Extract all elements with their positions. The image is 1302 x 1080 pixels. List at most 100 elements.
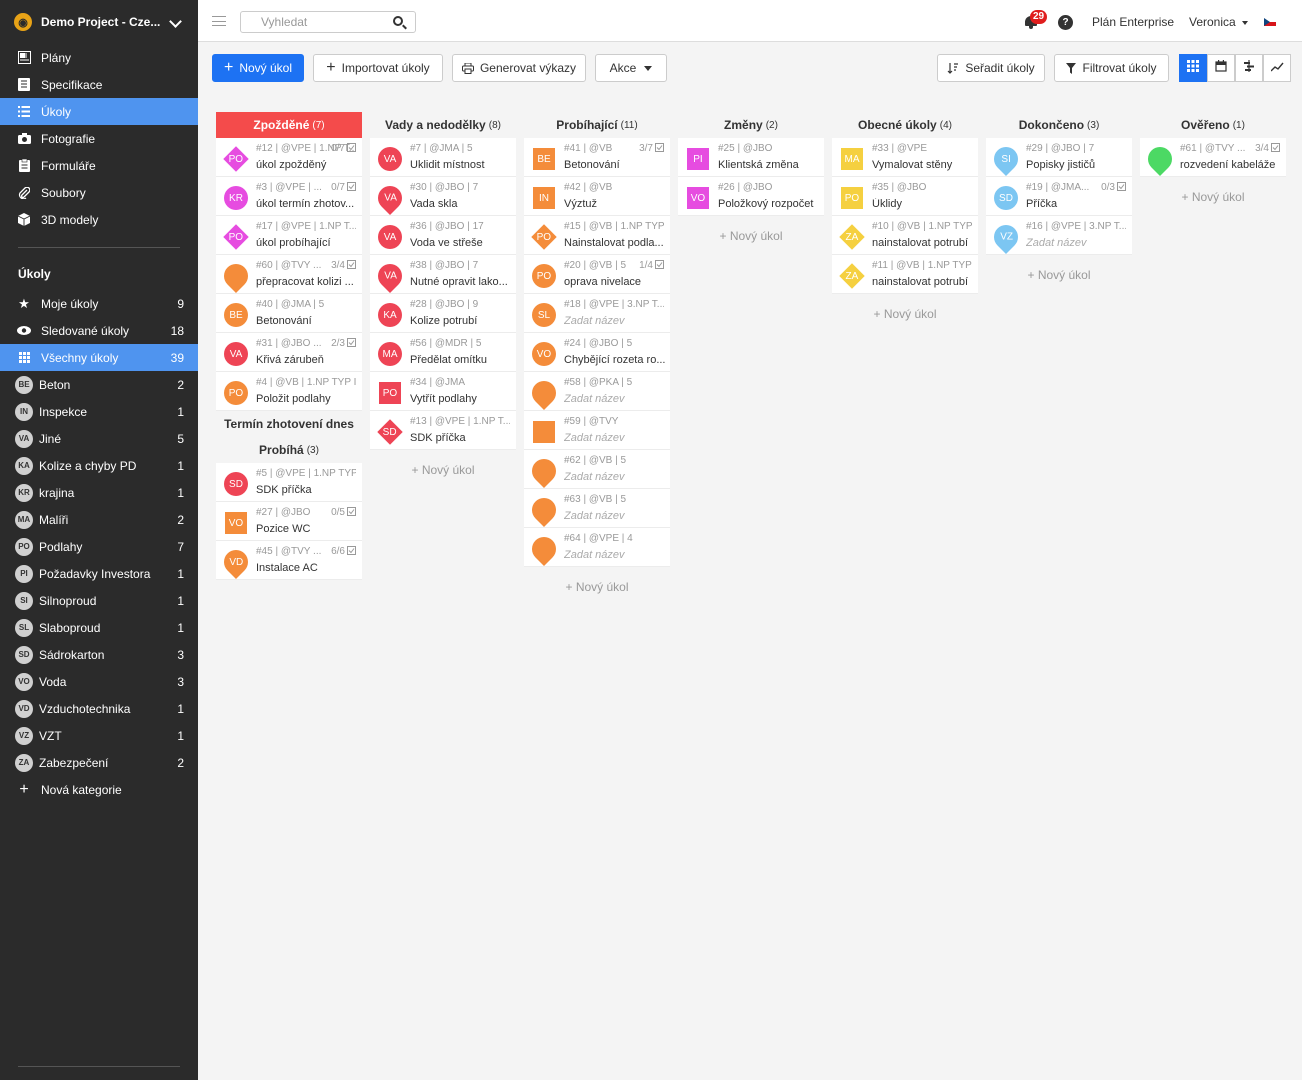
task-card[interactable]: SD #19 | @JMA... 0/3 Příčka (986, 177, 1132, 216)
task-card[interactable]: MA #33 | @VPE Vymalovat stěny (832, 138, 978, 177)
task-card[interactable]: #58 | @PKA | 5 Zadat název (524, 372, 670, 411)
task-card[interactable]: #60 | @TVY ... 3/4 přepracovat kolizi ... (216, 255, 362, 294)
task-card[interactable]: KA #28 | @JBO | 9 Kolize potrubí (370, 294, 516, 333)
nav-item-6[interactable]: 3D modely (0, 206, 198, 233)
task-meta: #59 | @TVY (564, 416, 619, 427)
sort-tasks-button[interactable]: Seřadit úkoly (937, 54, 1045, 82)
category-item[interactable]: SL Slaboproud 1 (0, 614, 198, 641)
task-title: přepracovat kolizi ... (256, 276, 354, 288)
task-filter-2[interactable]: Všechny úkoly 39 (0, 344, 198, 371)
category-item[interactable]: SI Silnoproud 1 (0, 587, 198, 614)
add-task-button[interactable]: + Nový úkol (524, 567, 670, 607)
task-card[interactable]: #62 | @VB | 5 Zadat název (524, 450, 670, 489)
category-item[interactable]: KA Kolize a chyby PD 1 (0, 452, 198, 479)
add-task-button[interactable]: + Nový úkol (370, 450, 516, 490)
add-task-button[interactable]: + Nový úkol (832, 294, 978, 334)
task-card[interactable]: SL #18 | @VPE | 3.NP T... Zadat název (524, 294, 670, 333)
calendar-view-button[interactable] (1207, 54, 1235, 82)
czech-flag-icon[interactable] (1264, 18, 1276, 26)
category-item[interactable]: PO Podlahy 7 (0, 533, 198, 560)
task-card[interactable]: #63 | @VB | 5 Zadat název (524, 489, 670, 528)
add-task-button[interactable]: + Nový úkol (1140, 177, 1286, 217)
add-task-button[interactable]: + Nový úkol (678, 216, 824, 256)
search-input[interactable] (261, 12, 401, 32)
project-switcher[interactable]: ◉ Demo Project - Cze... (0, 0, 198, 44)
task-filter-1[interactable]: Sledované úkoly 18 (0, 317, 198, 344)
gantt-view-button[interactable] (1235, 54, 1263, 82)
task-card[interactable]: ZA #10 | @VB | 1.NP TYP I nainstalovat pot… (832, 216, 978, 255)
category-label: Zabezpečení (39, 755, 109, 770)
category-item[interactable]: BE Beton 2 (0, 371, 198, 398)
menu-icon[interactable] (212, 16, 226, 26)
category-item[interactable]: PI Požadavky Investora 1 (0, 560, 198, 587)
category-item[interactable]: VZ VZT 1 (0, 722, 198, 749)
task-card[interactable]: #61 | @TVY ... 3/4 rozvedení kabeláže (1140, 138, 1286, 177)
plans-icon (17, 51, 31, 64)
category-item[interactable]: VO Voda 3 (0, 668, 198, 695)
task-card[interactable]: PO #20 | @VB | 5 1/4 oprava nivelace (524, 255, 670, 294)
task-card[interactable]: VA #30 | @JBO | 7 Vada skla (370, 177, 516, 216)
task-card[interactable]: VD #45 | @TVY ... 6/6 Instalace AC (216, 541, 362, 580)
marker-label: SD (383, 426, 397, 438)
task-card[interactable]: PO #17 | @VPE | 1.NP T... úkol probíhající (216, 216, 362, 255)
nav-item-0[interactable]: Plány (0, 44, 198, 71)
nav-item-1[interactable]: Specifikace (0, 71, 198, 98)
task-card[interactable]: SI #29 | @JBO | 7 Popisky jističů (986, 138, 1132, 177)
task-card[interactable]: VA #7 | @JMA | 5 Uklidit místnost (370, 138, 516, 177)
chevron-down-icon[interactable] (169, 15, 182, 28)
category-item[interactable]: SD Sádrokarton 3 (0, 641, 198, 668)
category-item[interactable]: ZA Zabezpečení 2 (0, 749, 198, 776)
nav-item-3[interactable]: Fotografie (0, 125, 198, 152)
column-count: (4) (939, 119, 952, 131)
task-filter-0[interactable]: ★ Moje úkoly 9 (0, 290, 198, 317)
task-card[interactable]: PO #12 | @VPE | 1.NP T... 0/7 úkol zpožděný (216, 138, 362, 177)
marker-label: MA (382, 348, 398, 360)
category-item[interactable]: KR krajina 1 (0, 479, 198, 506)
task-card[interactable]: KR #3 | @VPE | ... 0/7 úkol termín zhotov..… (216, 177, 362, 216)
category-item[interactable]: VA Jiné 5 (0, 425, 198, 452)
task-card[interactable]: VO #24 | @JBO | 5 Chybějící rozeta ro... (524, 333, 670, 372)
new-task-button[interactable]: + Nový úkol (212, 54, 304, 82)
import-tasks-button[interactable]: + Importovat úkoly (313, 54, 443, 82)
nav-item-5[interactable]: Soubory (0, 179, 198, 206)
task-card[interactable]: VA #38 | @JBO | 7 Nutné opravit lako... (370, 255, 516, 294)
category-item[interactable]: MA Malíři 2 (0, 506, 198, 533)
task-card[interactable]: PO #34 | @JMA Vytřít podlahy (370, 372, 516, 411)
new-category-button[interactable]: + Nová kategorie (0, 776, 198, 803)
task-card[interactable]: SD #5 | @VPE | 1.NP TYP I SDK příčka (216, 463, 362, 502)
task-card[interactable]: VO #26 | @JBO Položkový rozpočet (678, 177, 824, 216)
task-card[interactable]: PO #4 | @VB | 1.NP TYP I Položit podlahy (216, 372, 362, 411)
task-card[interactable]: VA #36 | @JBO | 17 Voda ve střeše (370, 216, 516, 255)
task-card[interactable]: VZ #16 | @VPE | 3.NP T... Zadat název (986, 216, 1132, 255)
task-card[interactable]: IN #42 | @VB Výztuž (524, 177, 670, 216)
task-card[interactable]: #64 | @VPE | 4 Zadat název (524, 528, 670, 567)
add-task-button[interactable]: + Nový úkol (986, 255, 1132, 295)
user-menu[interactable]: Veronica (1189, 15, 1248, 29)
actions-dropdown[interactable]: Akce (595, 54, 667, 82)
task-card[interactable]: VA #31 | @JBO ... 2/3 Křivá zárubeň (216, 333, 362, 372)
task-card[interactable]: PO #35 | @JBO Úklidy (832, 177, 978, 216)
filter-tasks-button[interactable]: Filtrovat úkoly (1054, 54, 1169, 82)
board-view-button[interactable] (1179, 54, 1207, 82)
category-item[interactable]: VD Vzduchotechnika 1 (0, 695, 198, 722)
pin-marker-icon (527, 454, 561, 488)
task-card[interactable]: BE #40 | @JMA | 5 Betonování (216, 294, 362, 333)
category-item[interactable]: IN Inspekce 1 (0, 398, 198, 425)
task-card[interactable]: ZA #11 | @VB | 1.NP TYP I nainstalovat pot… (832, 255, 978, 294)
task-card[interactable]: PI #25 | @JBO Klientská změna (678, 138, 824, 177)
task-card[interactable]: #59 | @TVY Zadat název (524, 411, 670, 450)
plan-link[interactable]: Plán Enterprise (1092, 15, 1174, 29)
chart-view-button[interactable] (1263, 54, 1291, 82)
nav-item-4[interactable]: Formuláře (0, 152, 198, 179)
task-card[interactable]: VO #27 | @JBO 0/5 Pozice WC (216, 502, 362, 541)
search-icon[interactable] (393, 16, 403, 26)
generate-reports-button[interactable]: Generovat výkazy (452, 54, 586, 82)
nav-item-2[interactable]: Úkoly (0, 98, 198, 125)
category-code-badge: SD (15, 645, 33, 664)
task-card[interactable]: PO #15 | @VB | 1.NP TYP I Nainstalovat pod… (524, 216, 670, 255)
help-icon[interactable]: ? (1058, 15, 1073, 30)
task-card[interactable]: MA #56 | @MDR | 5 Předělat omítku (370, 333, 516, 372)
task-card[interactable]: SD #13 | @VPE | 1.NP T... SDK příčka (370, 411, 516, 450)
task-card[interactable]: BE #41 | @VB 3/7 Betonování (524, 138, 670, 177)
task-title: Zadat název (564, 549, 625, 561)
